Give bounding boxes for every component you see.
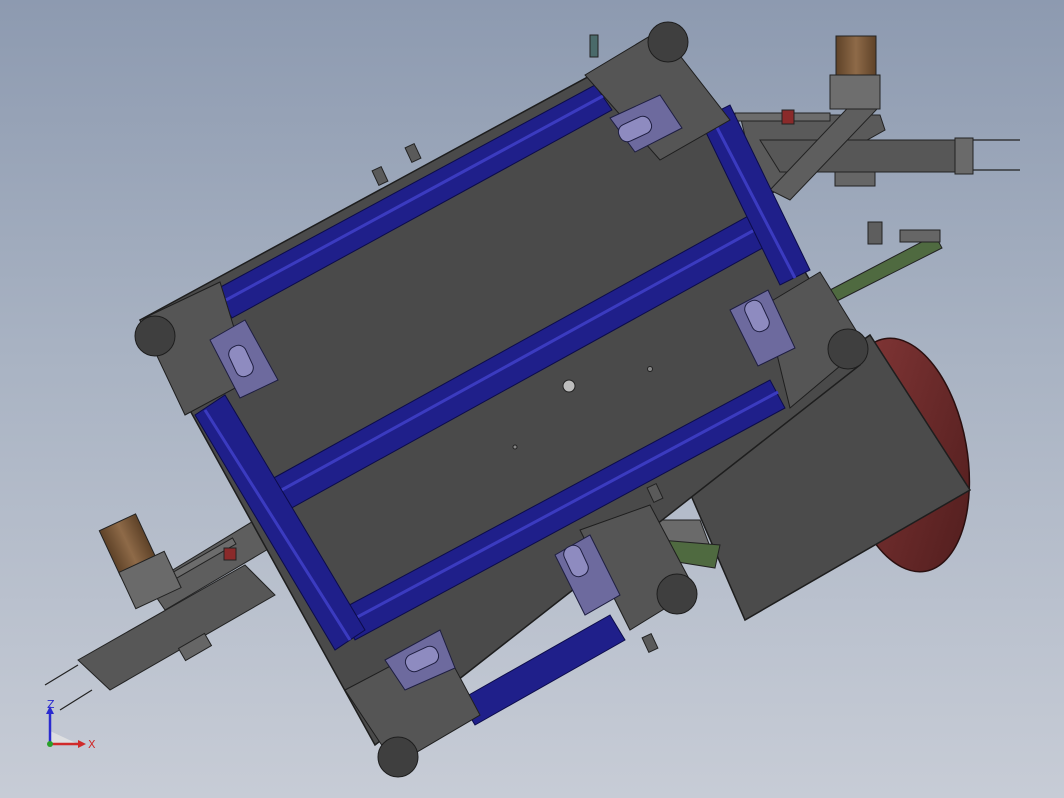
upper-right-arm[interactable] xyxy=(734,94,1020,201)
x-axis-arrow xyxy=(78,740,86,748)
lower-left-arm[interactable] xyxy=(44,519,276,711)
axis-triad: Z X xyxy=(46,698,96,751)
cad-viewport[interactable]: Z X xyxy=(0,0,1064,798)
sensor-bracket[interactable] xyxy=(829,221,943,303)
model-canvas[interactable] xyxy=(0,0,1064,798)
triad-plane xyxy=(50,731,78,744)
x-axis-label: X xyxy=(88,738,96,751)
y-axis-dot xyxy=(47,741,53,747)
z-axis-label: Z xyxy=(47,698,55,711)
upper-motor[interactable] xyxy=(829,35,881,110)
